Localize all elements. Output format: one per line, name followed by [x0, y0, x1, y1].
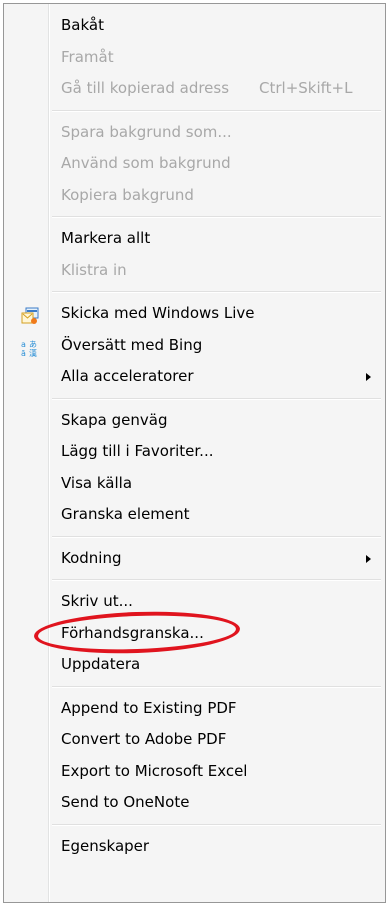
menu-item-label: Visa källa — [61, 473, 133, 492]
menu-item-paste[interactable]: Klistra in — [4, 255, 385, 285]
menu-item-label: Append to Existing PDF — [61, 698, 237, 717]
menu-item-translate-with-bing[interactable]: a あ ā 漢 Översätt med Bing — [4, 330, 385, 360]
menu-item-send-to-onenote[interactable]: Send to OneNote — [4, 787, 385, 817]
submenu-arrow-icon — [366, 373, 371, 381]
windows-live-icon — [21, 305, 39, 324]
svg-text:あ: あ — [29, 340, 37, 349]
menu-item-label: Spara bakgrund som... — [61, 122, 232, 141]
menu-item-label: Gå till kopierad adress — [61, 79, 230, 97]
menu-item-label: Egenskaper — [61, 836, 150, 855]
menu-item-print-preview[interactable]: Förhandsgranska... — [4, 618, 385, 648]
menu-item-send-with-windows-live[interactable]: Skicka med Windows Live — [4, 298, 385, 328]
menu-item-view-source[interactable]: Visa källa — [4, 468, 385, 498]
menu-item-label: Lägg till i Favoriter... — [61, 442, 214, 460]
menu-item-label: Använd som bakgrund — [61, 154, 231, 172]
menu-item-label: Alla acceleratorer — [61, 367, 194, 385]
menu-item-print[interactable]: Skriv ut... — [4, 586, 385, 616]
submenu-arrow-icon — [366, 554, 371, 563]
menu-item-add-to-favorites[interactable]: Lägg till i Favoriter... — [4, 436, 385, 466]
menu-item-label: Convert to Adobe PDF — [61, 730, 227, 748]
menu-item-select-all[interactable]: Markera allt — [4, 223, 385, 253]
menu-item-export-to-microsoft-excel[interactable]: Export to Microsoft Excel — [4, 756, 385, 786]
menu-item-forward[interactable]: Framåt — [4, 42, 385, 72]
menu-separator — [52, 579, 381, 581]
menu-separator — [52, 216, 381, 218]
menu-item-label: Skriv ut... — [61, 592, 133, 610]
menu-item-label: Export to Microsoft Excel — [61, 761, 248, 780]
menu-item-copy-background[interactable]: Kopiera bakgrund — [4, 180, 385, 210]
menu-separator — [52, 823, 381, 826]
menu-item-refresh[interactable]: Uppdatera — [4, 649, 385, 679]
menu-separator — [52, 685, 381, 688]
menu-item-label: Kopiera bakgrund — [61, 185, 194, 204]
context-menu: Bakåt Framåt Gå till kopierad adress Ctr… — [3, 3, 386, 903]
menu-separator — [52, 109, 381, 112]
menu-item-all-accelerators[interactable]: Alla acceleratorer — [4, 361, 385, 391]
menu-separator — [52, 291, 381, 293]
svg-text:漢: 漢 — [29, 348, 37, 357]
menu-item-label: Skicka med Windows Live — [61, 304, 255, 322]
menu-item-go-to-copied-address[interactable]: Gå till kopierad adress Ctrl+Skift+L — [4, 73, 385, 103]
menu-item-label: Markera allt — [61, 229, 151, 247]
menu-item-label: Send to OneNote — [61, 793, 190, 811]
menu-item-set-as-background[interactable]: Använd som bakgrund — [4, 148, 385, 178]
menu-item-label: Uppdatera — [61, 655, 141, 673]
menu-item-convert-to-adobe-pdf[interactable]: Convert to Adobe PDF — [4, 724, 385, 754]
menu-item-label: Översätt med Bing — [61, 335, 203, 354]
menu-item-encoding[interactable]: Kodning — [4, 543, 385, 573]
menu-item-save-background-as[interactable]: Spara bakgrund som... — [4, 117, 385, 147]
svg-text:a: a — [21, 340, 26, 349]
menu-item-shortcut: Ctrl+Skift+L — [259, 79, 353, 97]
menu-separator — [52, 535, 381, 538]
menu-item-label: Klistra in — [61, 260, 127, 279]
menu-item-label: Framåt — [61, 47, 114, 66]
menu-item-inspect-element[interactable]: Granska element — [4, 499, 385, 529]
menu-item-create-shortcut[interactable]: Skapa genväg — [4, 405, 385, 435]
translate-icon: a あ ā 漢 — [21, 337, 39, 358]
menu-item-label: Förhandsgranska... — [61, 623, 204, 642]
menu-item-properties[interactable]: Egenskaper — [4, 831, 385, 861]
menu-item-label: Skapa genväg — [61, 410, 168, 429]
menu-item-append-to-existing-pdf[interactable]: Append to Existing PDF — [4, 693, 385, 723]
menu-item-label: Granska element — [61, 505, 190, 523]
svg-text:ā: ā — [21, 349, 26, 357]
menu-item-back[interactable]: Bakåt — [4, 10, 385, 40]
menu-item-label: Kodning — [61, 548, 122, 567]
menu-item-label: Bakåt — [61, 16, 104, 34]
menu-separator — [52, 397, 381, 400]
